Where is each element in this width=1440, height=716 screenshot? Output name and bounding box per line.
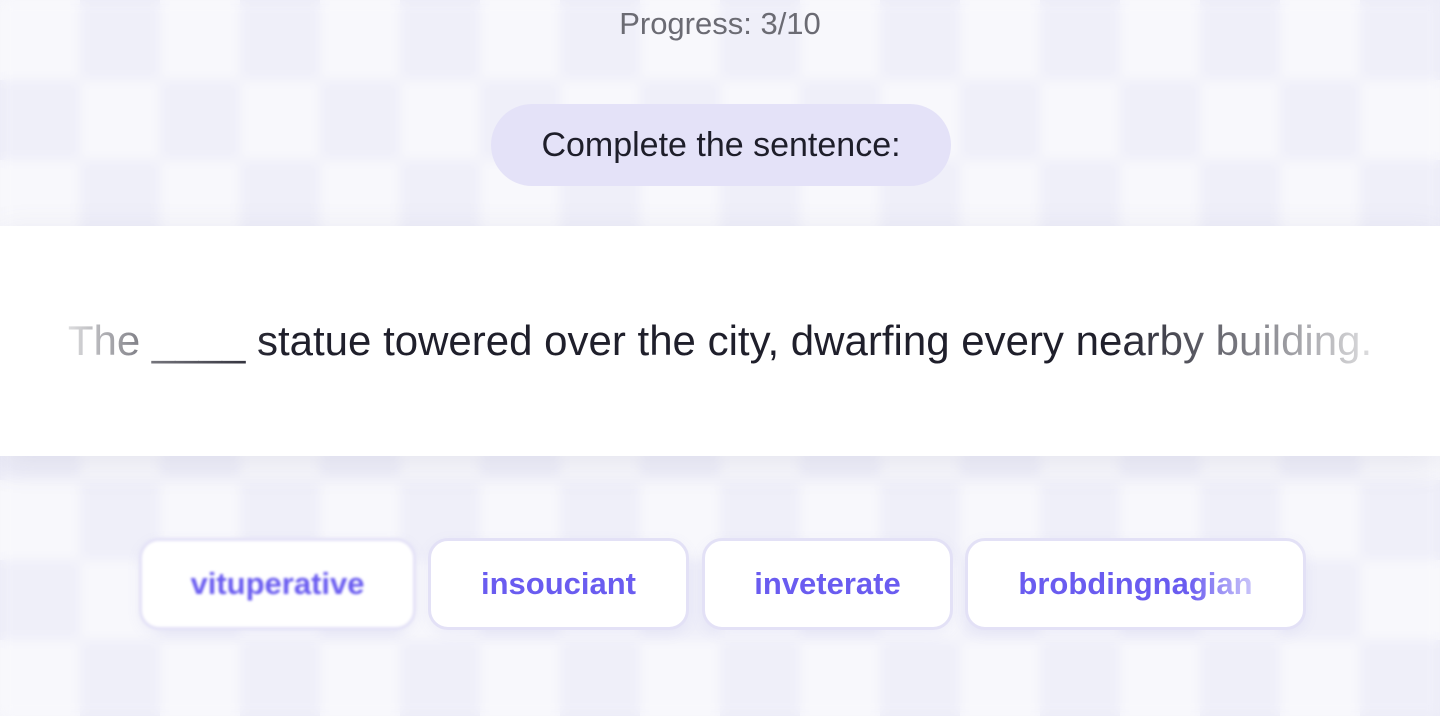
progress-indicator: Progress: 3/10: [619, 6, 821, 41]
answer-options: vituperative insouciant inveterate brobd…: [0, 538, 1440, 634]
option-label: inveterate: [754, 566, 901, 601]
option-button-brobdingnagian[interactable]: brobdingnagian: [965, 538, 1306, 630]
option-label: brobdingnagian: [1018, 566, 1253, 601]
sentence-card: The ____ statue towered over the city, d…: [0, 226, 1440, 456]
instruction-text: Complete the sentence:: [541, 125, 901, 164]
instruction-pill: Complete the sentence:: [491, 104, 951, 186]
sentence-text: The ____ statue towered over the city, d…: [67, 317, 1373, 364]
option-button-insouciant[interactable]: insouciant: [428, 538, 689, 630]
option-label: vituperative: [190, 566, 365, 601]
option-button-inveterate[interactable]: inveterate: [702, 538, 953, 630]
option-button-vituperative[interactable]: vituperative: [139, 538, 416, 630]
option-label: insouciant: [480, 566, 636, 601]
